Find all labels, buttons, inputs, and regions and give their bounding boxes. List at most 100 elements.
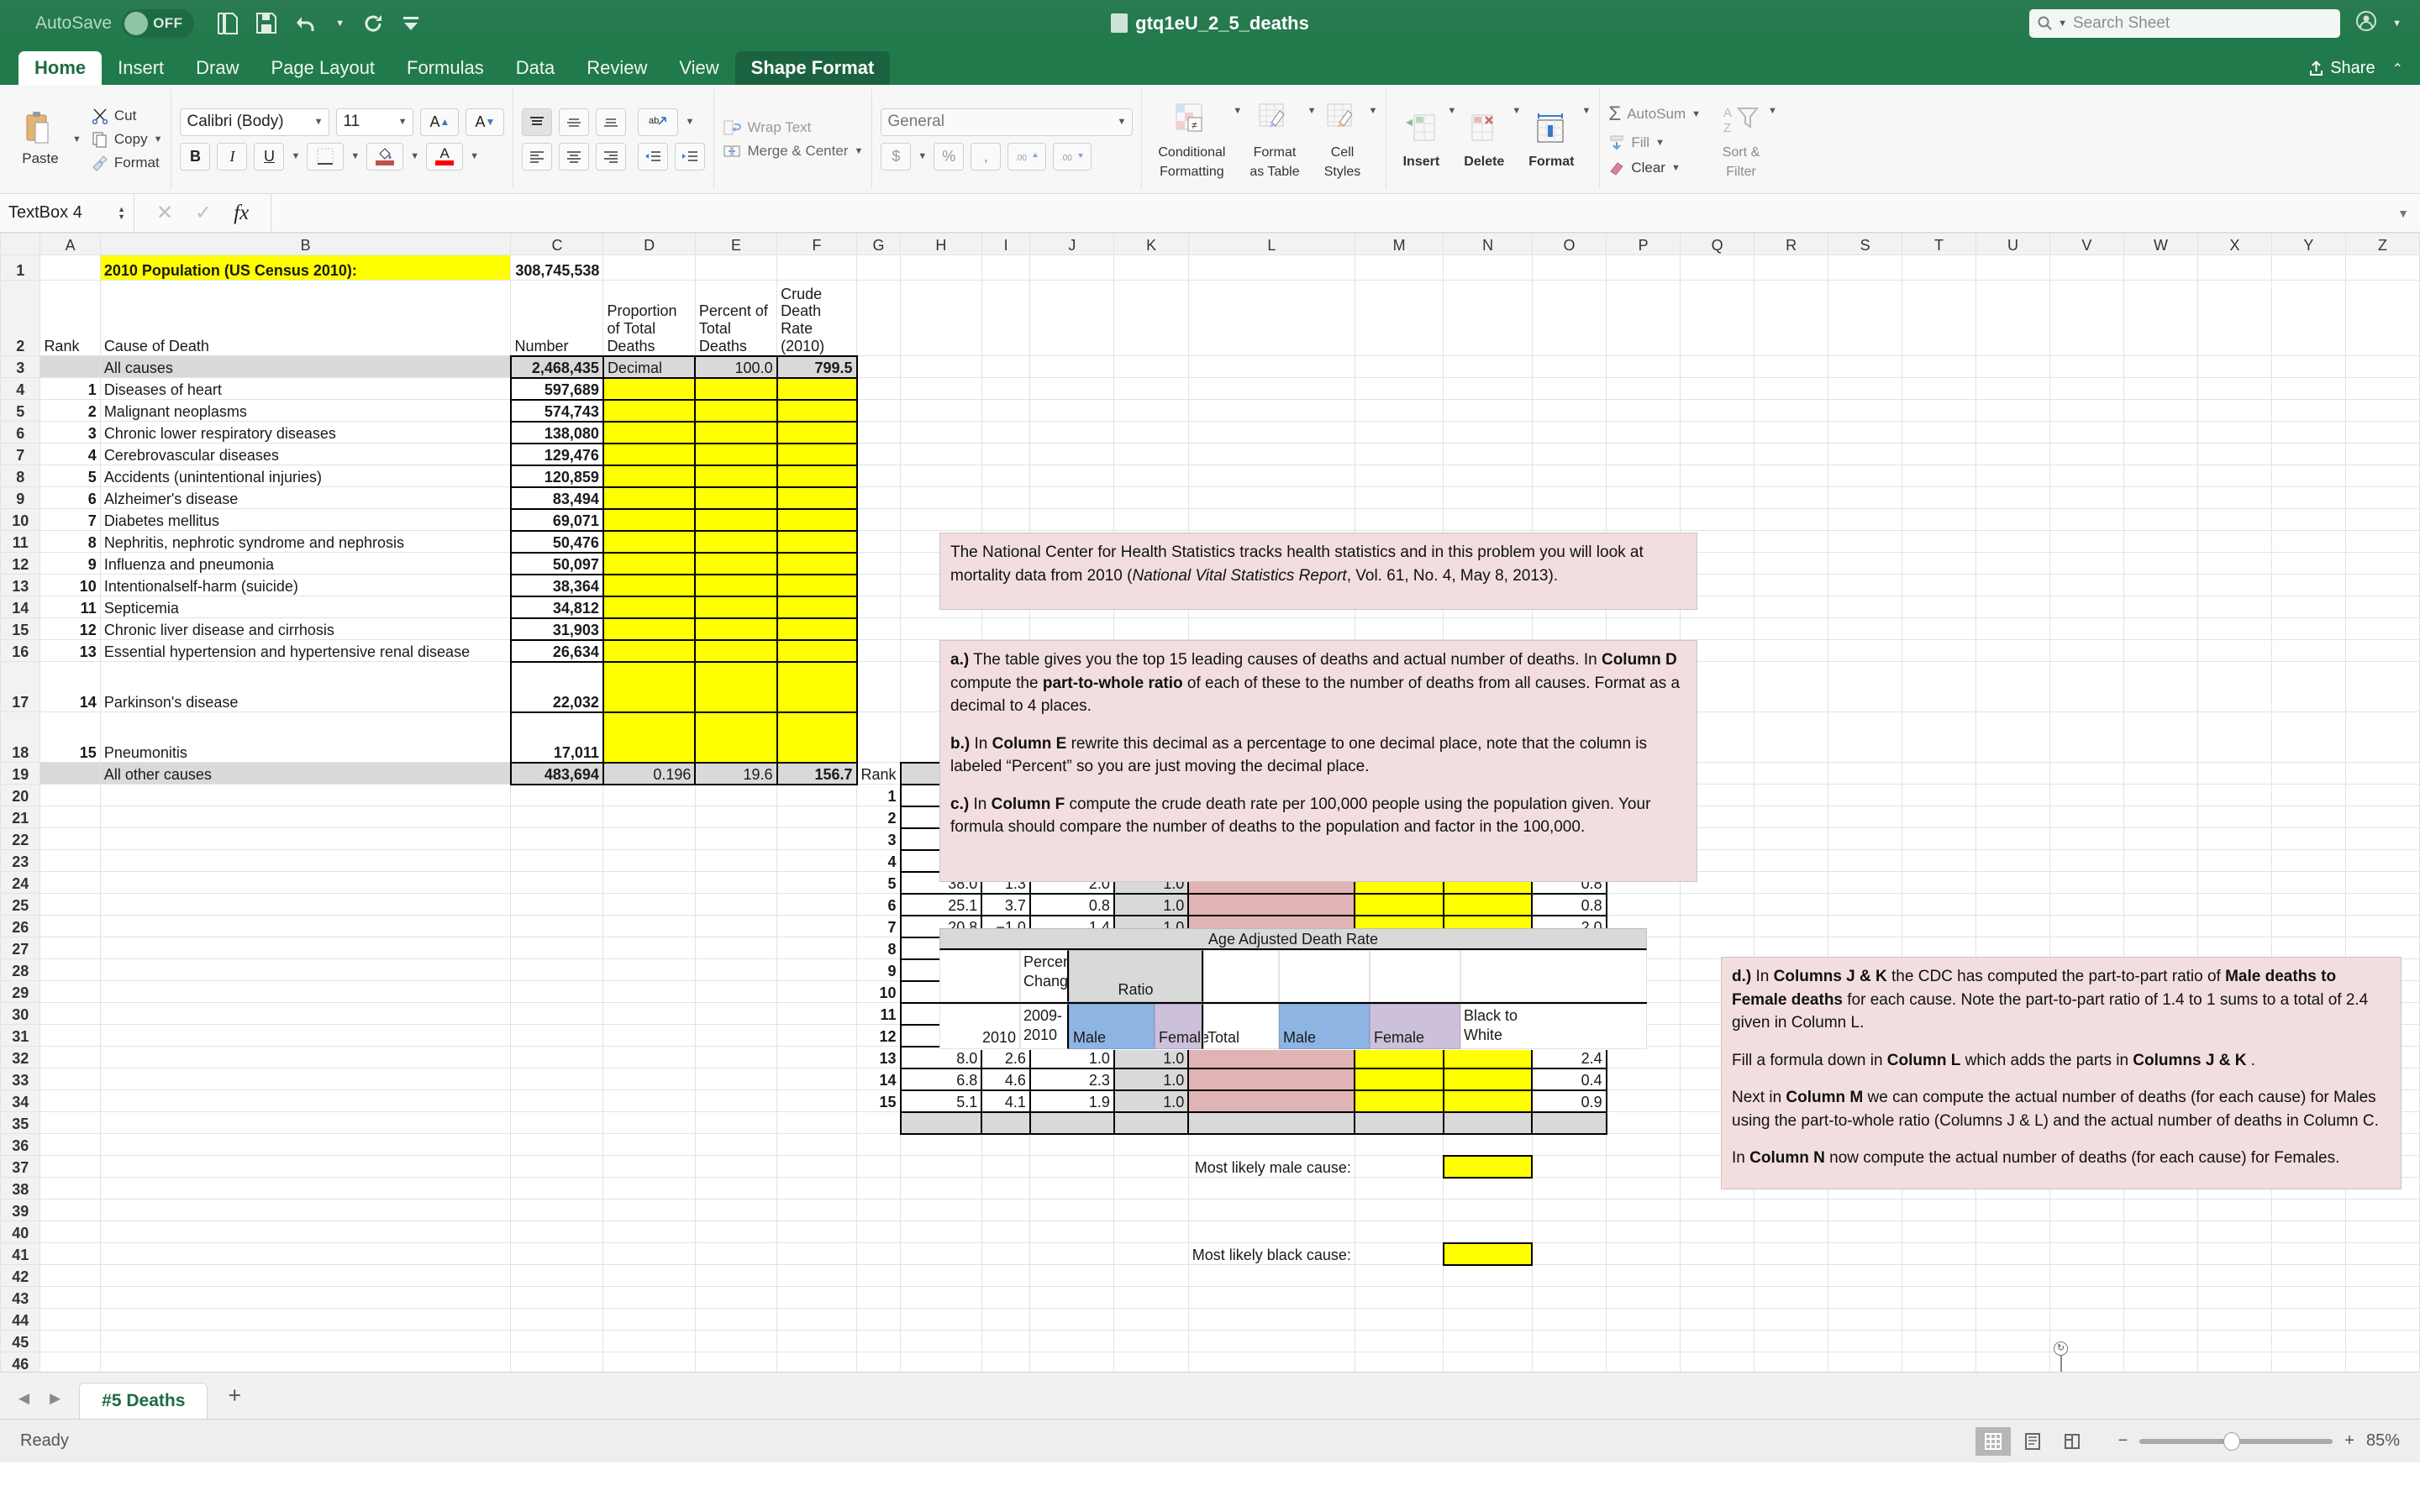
cell-o35[interactable] [1531, 1110, 1607, 1135]
decrease-font-size-button[interactable]: A ▼ [466, 108, 505, 136]
cell-n35[interactable] [1442, 1110, 1534, 1135]
grid-cell[interactable] [900, 1177, 982, 1200]
grid-cell[interactable] [981, 1221, 1031, 1243]
grid-cell[interactable] [1680, 1199, 1755, 1221]
grid-cell[interactable] [1443, 443, 1533, 465]
row-header[interactable]: 5 [0, 399, 41, 422]
grid-cell[interactable] [1443, 280, 1533, 356]
page-break-view-button[interactable] [2054, 1427, 2090, 1456]
grid-cell[interactable] [1029, 486, 1115, 509]
grid-cell[interactable] [1443, 1177, 1533, 1200]
grid-cell[interactable] [1113, 1133, 1189, 1156]
grid-cell[interactable] [2049, 937, 2124, 959]
grid-cell[interactable] [510, 1111, 604, 1134]
grid-cell[interactable] [39, 784, 101, 806]
grid-cell[interactable] [2344, 255, 2420, 281]
row-header[interactable]: 41 [0, 1242, 41, 1265]
grid-cell[interactable] [2270, 574, 2346, 596]
grid-cell[interactable] [856, 596, 902, 618]
grid-cell[interactable] [856, 465, 902, 487]
cell-n41-black-cause-answer[interactable] [1442, 1242, 1534, 1266]
cell-d15-proportion-input[interactable] [602, 617, 697, 641]
grid-cell[interactable] [2197, 893, 2272, 916]
grid-cell[interactable] [900, 1352, 982, 1372]
grid-cell[interactable] [510, 1046, 604, 1068]
grid-cell[interactable] [2049, 849, 2124, 872]
grid-cell[interactable] [2344, 486, 2420, 509]
cell-e19-all-other-percent[interactable]: 19.6 [694, 761, 778, 785]
grid-cell[interactable] [1902, 762, 1976, 785]
grid-cell[interactable] [1902, 849, 1976, 872]
font-name-select[interactable]: Calibri (Body) ▼ [180, 108, 330, 136]
cell-l34-total-ratio-input[interactable] [1187, 1089, 1356, 1113]
grid-cell[interactable] [1029, 1133, 1115, 1156]
row-header[interactable]: 27 [0, 937, 41, 959]
grid-cell[interactable] [1606, 399, 1681, 422]
grid-cell[interactable] [99, 1177, 512, 1200]
grid-cell[interactable] [2197, 1352, 2272, 1372]
column-header-b[interactable]: B [99, 233, 512, 255]
cell-e18-percent-input[interactable] [694, 711, 778, 764]
grid-cell[interactable] [2049, 486, 2124, 509]
grid-cell[interactable] [1975, 508, 2050, 531]
sort-filter-caret-icon[interactable]: ▼ [1768, 106, 1777, 116]
cell-j34-male-ratio[interactable]: 1.9 [1028, 1089, 1115, 1113]
grid-cell[interactable] [1975, 280, 2050, 356]
grid-cell[interactable] [39, 1352, 101, 1372]
grid-cell[interactable] [856, 421, 902, 444]
cell-a10-rank[interactable]: 7 [39, 508, 101, 531]
grid-cell[interactable] [2123, 1308, 2199, 1331]
grid-cell[interactable] [39, 849, 101, 872]
grid-cell[interactable] [2197, 280, 2272, 356]
grid-cell[interactable] [776, 871, 858, 894]
grid-cell[interactable] [2049, 1286, 2124, 1309]
row-header[interactable]: 37 [0, 1155, 41, 1178]
grid-cell[interactable] [1754, 377, 1829, 400]
cell-c16-number[interactable]: 26,634 [509, 638, 604, 663]
bold-button[interactable]: B [180, 142, 211, 171]
column-header-u[interactable]: U [1975, 233, 2050, 255]
grid-cell[interactable] [1828, 661, 1903, 712]
grid-cell[interactable] [99, 1352, 512, 1372]
row-header[interactable]: 9 [0, 486, 41, 509]
grid-cell[interactable] [776, 893, 858, 916]
textbox-instructions-abc[interactable]: a.) The table gives you the top 15 leadi… [939, 640, 1697, 882]
grid-cell[interactable] [776, 827, 858, 850]
grid-cell[interactable] [776, 1089, 858, 1112]
grid-cell[interactable] [856, 574, 902, 596]
column-header-n[interactable]: N [1443, 233, 1533, 255]
grid-cell[interactable] [99, 1242, 512, 1265]
grid-cell[interactable] [2197, 639, 2272, 662]
grid-cell[interactable] [2270, 443, 2346, 465]
row-header[interactable]: 20 [0, 784, 41, 806]
grid-cell[interactable] [1606, 1068, 1681, 1090]
grid-cell[interactable] [99, 1068, 512, 1090]
align-top-button[interactable] [522, 108, 553, 136]
cell-n34-female-deaths-input[interactable] [1442, 1089, 1534, 1113]
grid-cell[interactable] [602, 980, 696, 1003]
grid-cell[interactable] [2344, 849, 2420, 872]
grid-cell[interactable] [1187, 255, 1355, 281]
grid-cell[interactable] [1354, 421, 1444, 444]
cell-b9-cause[interactable]: Alzheimer's disease [99, 486, 512, 509]
grid-cell[interactable] [1975, 1308, 2050, 1331]
grid-cell[interactable] [856, 639, 902, 662]
grid-cell[interactable] [1828, 915, 1903, 937]
cell-a1[interactable] [39, 255, 101, 281]
grid-cell[interactable] [2197, 871, 2272, 894]
column-header-e[interactable]: E [694, 233, 778, 255]
grid-cell[interactable] [2123, 596, 2199, 618]
grid-cell[interactable] [856, 1330, 902, 1352]
column-header-g[interactable]: G [856, 233, 902, 255]
grid-cell[interactable] [39, 1330, 101, 1352]
grid-cell[interactable] [1354, 1177, 1444, 1200]
grid-cell[interactable] [1754, 784, 1829, 806]
grid-cell[interactable] [776, 1221, 858, 1243]
grid-cell[interactable] [1187, 1286, 1355, 1309]
grid-cell[interactable] [1680, 1330, 1755, 1352]
accept-formula-icon[interactable]: ✓ [195, 201, 212, 225]
grid-cell[interactable] [2344, 1221, 2420, 1243]
column-header-k[interactable]: K [1113, 233, 1189, 255]
grid-cell[interactable] [602, 1242, 696, 1265]
grid-cell[interactable] [1902, 280, 1976, 356]
